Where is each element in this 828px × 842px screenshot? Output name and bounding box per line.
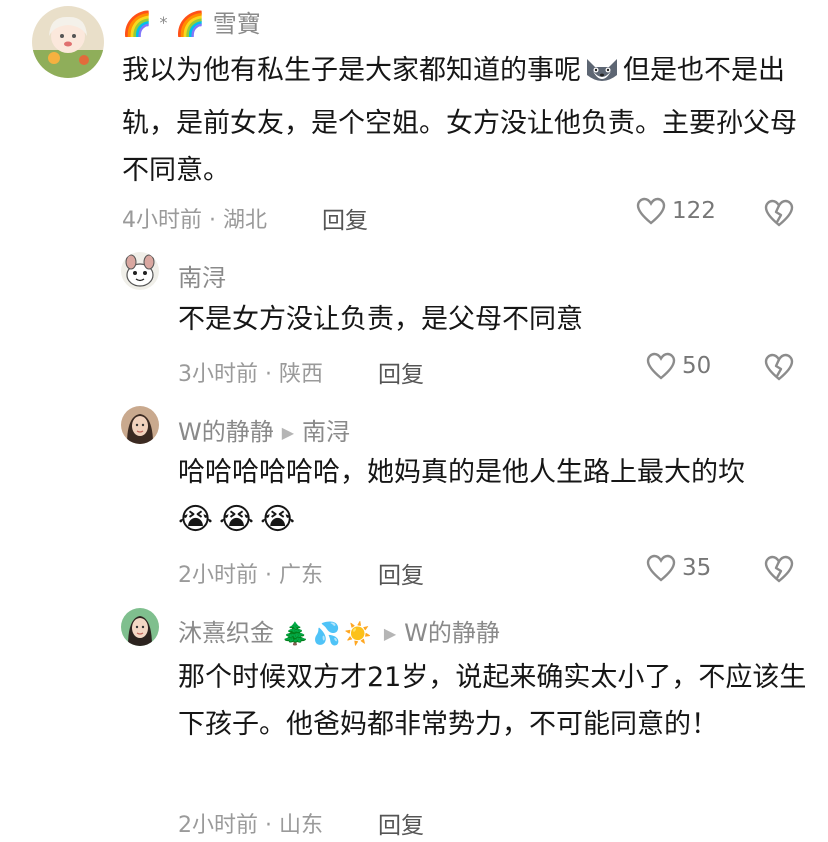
heart-outline-icon bbox=[646, 352, 676, 380]
triangle-right-icon: ▶ bbox=[383, 624, 397, 643]
dislike-button[interactable] bbox=[764, 199, 794, 231]
reply-button[interactable]: 回复 bbox=[322, 201, 368, 235]
broken-heart-icon bbox=[764, 555, 794, 583]
heart-outline-icon bbox=[636, 197, 666, 225]
reply-button[interactable]: 回复 bbox=[378, 556, 424, 590]
broken-heart-icon bbox=[764, 353, 794, 381]
comment-author[interactable]: W的静静 ▶ 南浔 bbox=[178, 412, 350, 447]
comment-time-location: 2小时前 · 山东 bbox=[178, 813, 323, 838]
comment-text: 哈哈哈哈哈哈，她妈真的是他人生路上最大的坎 😭😭😭 bbox=[178, 449, 808, 543]
comment-time-location: 3小时前 · 陕西 bbox=[178, 362, 323, 387]
cartoon-animal-avatar-icon bbox=[121, 252, 159, 290]
avatar[interactable] bbox=[121, 252, 159, 290]
broken-heart-icon bbox=[764, 199, 794, 227]
dislike-button[interactable] bbox=[764, 555, 794, 587]
husky-emoji-icon bbox=[583, 53, 621, 100]
heart-outline-icon bbox=[646, 554, 676, 582]
name-emojis: 🌲💦☀️ bbox=[281, 622, 376, 647]
like-button[interactable]: 122 bbox=[636, 197, 716, 225]
reply-button[interactable]: 回复 bbox=[378, 355, 424, 389]
comment-author[interactable]: 沐熹织金 🌲💦☀️ ▶ W的静静 bbox=[178, 613, 500, 648]
comment-author[interactable]: 🌈 * 🌈 雪寶 bbox=[122, 4, 261, 39]
like-count: 122 bbox=[672, 198, 716, 224]
avatar[interactable] bbox=[121, 406, 159, 444]
woman-avatar-icon bbox=[121, 406, 159, 444]
like-count: 50 bbox=[682, 353, 712, 379]
comment-text: 那个时候双方才21岁，说起来确实太小了，不应该生下孩子。他爸妈都非常势力，不可能… bbox=[178, 662, 807, 740]
like-count: 35 bbox=[682, 555, 712, 581]
avatar[interactable] bbox=[32, 6, 104, 78]
triangle-right-icon: ▶ bbox=[281, 423, 295, 442]
avatar[interactable] bbox=[121, 608, 159, 646]
comment-time-location: 2小时前 · 广东 bbox=[178, 563, 323, 588]
reply-button[interactable]: 回复 bbox=[378, 806, 424, 840]
girl-avatar-icon bbox=[32, 6, 104, 78]
like-button[interactable]: 50 bbox=[646, 352, 711, 380]
woman-avatar-icon bbox=[121, 608, 159, 646]
reply-to-name: 南浔 bbox=[302, 418, 351, 446]
crying-emoji-icons: 😭😭😭 bbox=[178, 502, 302, 537]
comment-time-location: 4小时前 · 湖北 bbox=[122, 208, 267, 233]
comment-author[interactable]: 南浔 bbox=[178, 258, 226, 293]
like-button[interactable]: 35 bbox=[646, 554, 711, 582]
reply-to-name: W的静静 bbox=[404, 619, 500, 647]
comment-text: 不是女方没让负责，是父母不同意 bbox=[178, 304, 583, 335]
comment-text: 我以为他有私生子是大家都知道的事呢 但是也不是出轨，是前女友，是个空姐。女方没让… bbox=[122, 53, 797, 186]
dislike-button[interactable] bbox=[764, 353, 794, 385]
